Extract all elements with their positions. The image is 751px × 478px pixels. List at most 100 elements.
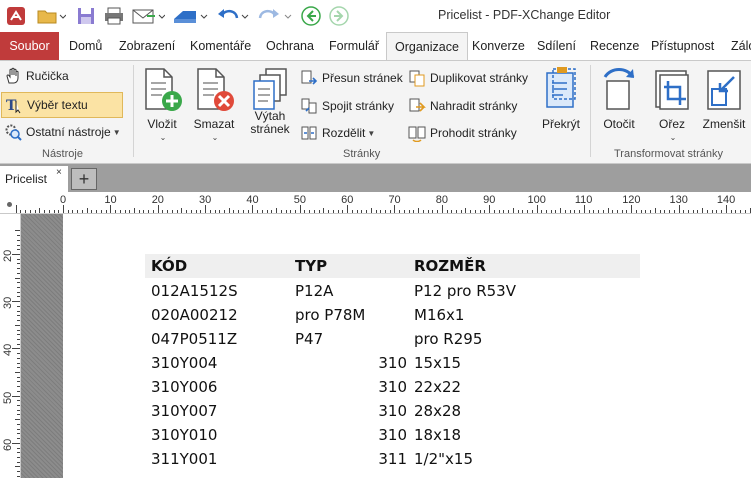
other-tools-button[interactable]: Ostatní nástroje ▼ (4, 123, 121, 141)
ruler-tick (176, 210, 178, 213)
cell-size: pro R295 (414, 330, 483, 348)
insert-page-icon (145, 68, 182, 111)
ruler-tick (25, 210, 27, 213)
ruler-tick (328, 210, 330, 213)
vertical-ruler[interactable]: 20 30 40 50 60 (0, 214, 21, 478)
ruler-tick (399, 210, 401, 213)
open-folder-icon[interactable] (34, 4, 68, 28)
ruler-tick (631, 205, 633, 213)
tab-comments[interactable]: Komentáře (182, 32, 259, 60)
document-workspace[interactable]: KÓD TYP ROZMĚR 012A1512S P12A P12 pro R53V… (21, 214, 751, 478)
swap-pages-button[interactable]: Prohodit stránky (408, 124, 517, 143)
ruler-label: 20 (2, 249, 14, 262)
duplicate-pages-button[interactable]: Duplikovat stránky (408, 69, 528, 87)
ruler-tick (17, 381, 20, 383)
ruler-tick (545, 210, 547, 213)
ruler-tick (304, 210, 306, 213)
ruler-tick (498, 210, 500, 213)
delete-pages-button[interactable]: Smazat ⌄ (190, 65, 238, 144)
tab-home[interactable]: Domů (61, 32, 110, 60)
ribbon: Ručička T Výběr textu Ostatní nástroje ▼… (0, 60, 751, 164)
tab-organize[interactable]: Organizace (386, 32, 468, 61)
tab-protect[interactable]: Ochrana (258, 32, 322, 60)
ruler-tick (238, 210, 240, 213)
horizontal-ruler[interactable]: 0 10 20 30 40 50 60 70 80 90 100 110 120 130 140 (0, 192, 751, 214)
ruler-tick (17, 433, 20, 435)
merge-pages-label: Spojit stránky (322, 99, 395, 113)
ruler-tick (541, 210, 543, 213)
chevron-down-icon: ▼ (367, 128, 376, 138)
ruler-tick (195, 210, 197, 213)
back-icon[interactable] (298, 4, 324, 28)
undo-icon[interactable] (215, 4, 251, 28)
ruler-tick (692, 210, 694, 213)
ruler-tick (67, 210, 69, 213)
ruler-tick (261, 210, 263, 213)
print-icon[interactable] (102, 4, 126, 28)
tab-review[interactable]: Recenze (582, 32, 647, 60)
crop-pages-label: Ořez (658, 117, 685, 131)
ruler-tick (356, 210, 358, 213)
split-pages-button[interactable]: Rozdělit ▼ (300, 124, 375, 142)
insert-pages-button[interactable]: Vložit ⌄ (138, 65, 186, 144)
extract-pages-button[interactable]: Výtah stránek (244, 65, 296, 136)
email-icon[interactable] (130, 4, 166, 28)
overlay-pages-label: Překrýt (541, 117, 580, 131)
pdf-page[interactable]: KÓD TYP ROZMĚR 012A1512S P12A P12 pro R53V… (63, 214, 751, 478)
cell-size: 18x18 (414, 426, 462, 444)
duplicate-pages-icon (408, 69, 426, 87)
replace-pages-button[interactable]: Nahradit stránky (408, 97, 517, 115)
ruler-tick (347, 205, 349, 213)
redo-icon[interactable] (254, 4, 294, 28)
ruler-tick (58, 210, 60, 213)
hand-tool-button[interactable]: Ručička (4, 67, 69, 85)
tab-backup[interactable]: Zálo (723, 32, 751, 60)
shrink-pages-button[interactable]: Zmenšit (700, 65, 748, 131)
select-text-button[interactable]: T Výběr textu (1, 92, 123, 118)
cell-code: 012A1512S (151, 282, 238, 300)
tab-convert[interactable]: Konverze (464, 32, 533, 60)
overlay-pages-button[interactable]: Překrýt (536, 65, 586, 131)
ruler-tick (716, 210, 718, 213)
ruler-tick (190, 210, 192, 213)
rotate-icon (603, 68, 635, 110)
app-logo-icon[interactable] (4, 4, 28, 28)
tab-view[interactable]: Zobrazení (111, 32, 183, 60)
ruler-tick (588, 210, 590, 213)
ruler-tick (181, 208, 183, 213)
ruler-tick (645, 210, 647, 213)
ruler-tick (531, 210, 533, 213)
ruler-tick (503, 210, 505, 213)
ruler-tick (17, 414, 20, 416)
move-pages-button[interactable]: Přesun stránek (300, 69, 403, 87)
ruler-label: 40 (246, 194, 259, 206)
ruler-tick (167, 210, 169, 213)
ruler-tick (17, 343, 20, 345)
ruler-tick (15, 324, 20, 326)
new-tab-button[interactable]: + (71, 168, 97, 190)
close-icon[interactable]: × (56, 167, 62, 178)
ruler-tick (17, 405, 20, 407)
ruler-tick (640, 210, 642, 213)
ruler-tick (17, 235, 20, 237)
ruler-tick (17, 338, 20, 340)
tab-file[interactable]: Soubor (0, 32, 59, 60)
rotate-pages-button[interactable]: Otočit (594, 65, 644, 131)
ruler-tick (77, 210, 79, 213)
ruler-tick (17, 367, 20, 369)
scan-icon[interactable] (170, 4, 210, 28)
ribbon-separator (590, 65, 591, 157)
tab-accessibility[interactable]: Přístupnost (643, 32, 722, 60)
save-icon[interactable] (75, 4, 97, 28)
crop-pages-button[interactable]: Ořez ⌄ (648, 65, 696, 144)
ruler-tick (242, 210, 244, 213)
tab-form[interactable]: Formulář (321, 32, 387, 60)
merge-pages-button[interactable]: Spojit stránky (300, 97, 394, 115)
cell-code: 310Y010 (151, 426, 218, 444)
forward-icon[interactable] (326, 4, 352, 28)
ruler-tick (593, 210, 595, 213)
ruler-label: 120 (622, 194, 641, 206)
ruler-label: 100 (527, 194, 546, 206)
tab-share[interactable]: Sdílení (529, 32, 584, 60)
replace-pages-icon (408, 97, 426, 115)
